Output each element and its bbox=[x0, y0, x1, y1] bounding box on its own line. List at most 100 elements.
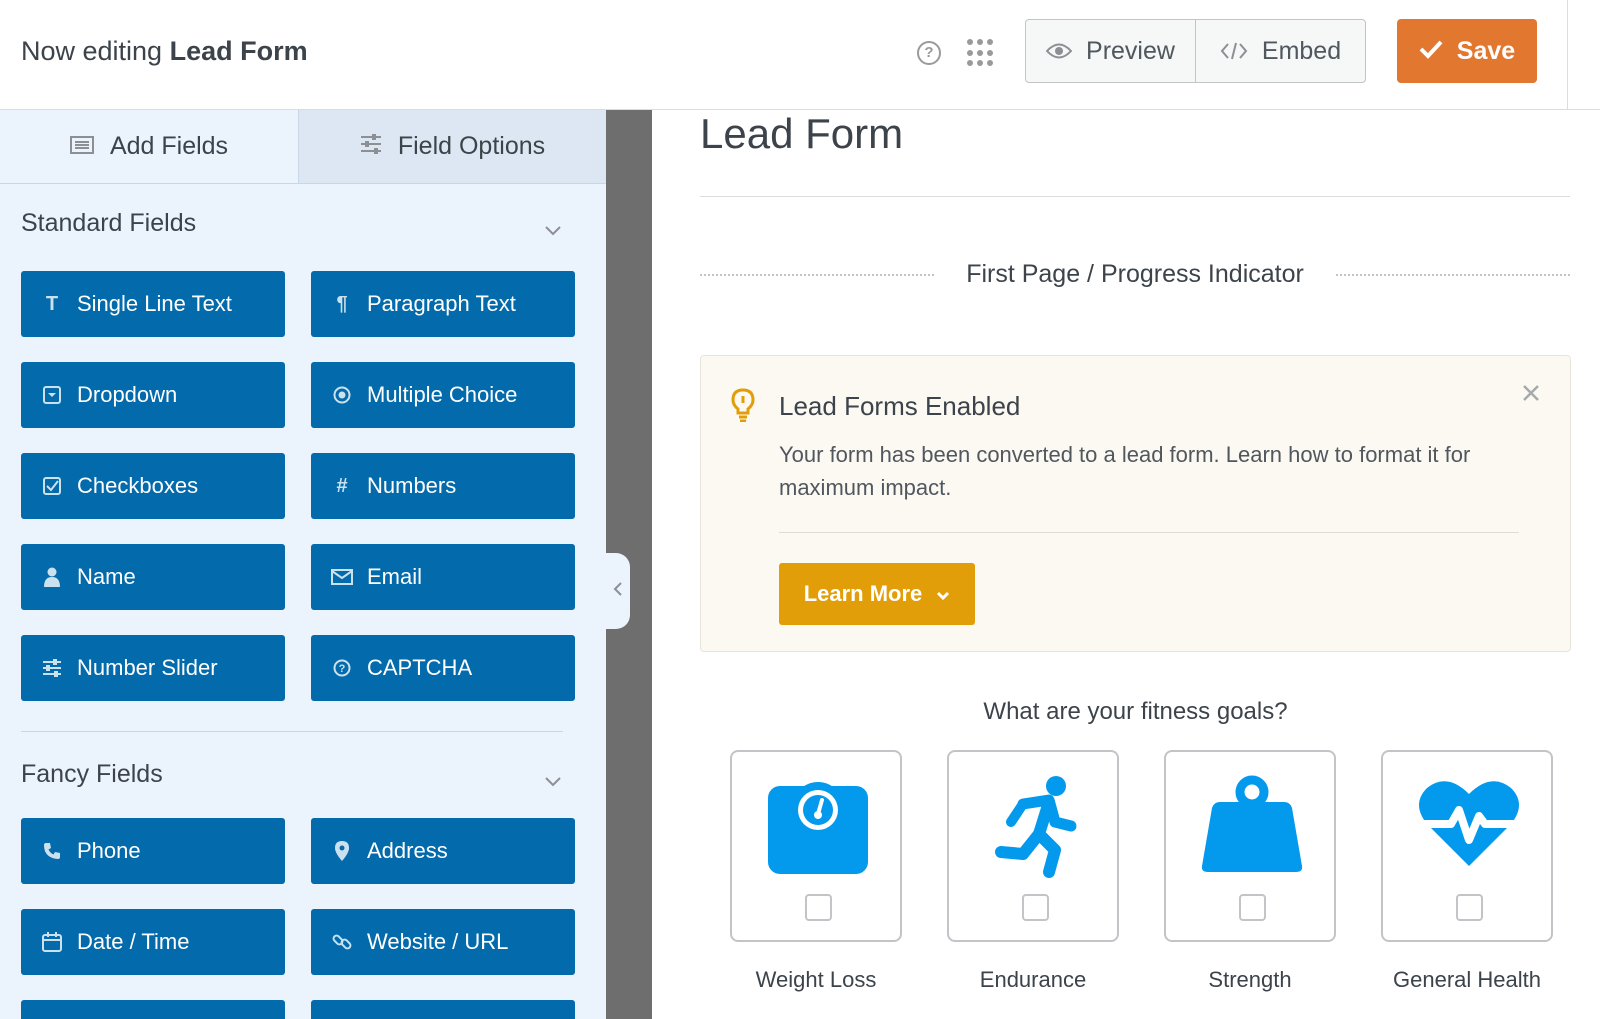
section-divider bbox=[21, 731, 563, 732]
form-name: Lead Form bbox=[169, 36, 308, 66]
field-captcha[interactable]: ? CAPTCHA bbox=[311, 635, 575, 701]
choice-general-health[interactable]: General Health bbox=[1381, 750, 1553, 993]
notice-title: Lead Forms Enabled bbox=[779, 391, 1021, 421]
field-name[interactable]: Name bbox=[21, 544, 285, 610]
preview-embed-group: Preview Embed bbox=[1025, 19, 1366, 83]
field-dropdown[interactable]: Dropdown bbox=[21, 362, 285, 428]
field-label: Paragraph Text bbox=[367, 291, 516, 316]
choices-list: Weight Loss Endurance Strength General H… bbox=[730, 750, 1553, 993]
fancy-fields-header[interactable]: Fancy Fields bbox=[0, 744, 606, 804]
chevron-down-icon[interactable] bbox=[544, 766, 562, 795]
field-label: Number Slider bbox=[77, 655, 218, 680]
list-icon bbox=[69, 132, 94, 161]
choice-strength[interactable]: Strength bbox=[1164, 750, 1336, 993]
tab-field-options[interactable]: Field Options bbox=[298, 110, 606, 183]
radio-icon bbox=[331, 384, 353, 406]
field-address[interactable]: Address bbox=[311, 818, 575, 884]
close-icon[interactable] bbox=[1522, 384, 1540, 407]
field-label: Address bbox=[367, 838, 448, 863]
fancy-fields-grid: Phone Address Date / Time Website / URL bbox=[0, 818, 606, 1019]
learn-more-button[interactable]: Learn More bbox=[779, 563, 975, 625]
choice-checkbox[interactable] bbox=[1239, 894, 1266, 921]
standard-fields-header[interactable]: Standard Fields bbox=[0, 193, 606, 253]
code-icon bbox=[1220, 41, 1248, 61]
scale-icon bbox=[768, 782, 868, 874]
tab-label: Add Fields bbox=[109, 132, 229, 160]
link-icon bbox=[331, 931, 353, 953]
field-label: Checkboxes bbox=[77, 473, 199, 498]
form-title: Lead Form bbox=[700, 110, 904, 157]
page-break-label: First Page / Progress Indicator bbox=[966, 260, 1304, 288]
apps-grid-icon[interactable] bbox=[967, 39, 995, 67]
chevron-down-icon[interactable] bbox=[544, 215, 562, 244]
save-button[interactable]: Save bbox=[1397, 19, 1537, 83]
collapse-sidebar-button[interactable] bbox=[606, 553, 630, 629]
choice-checkbox[interactable] bbox=[1022, 894, 1049, 921]
embed-button[interactable]: Embed bbox=[1195, 20, 1365, 82]
running-icon bbox=[995, 776, 1077, 878]
svg-text:?: ? bbox=[339, 663, 346, 675]
field-single-line-text[interactable]: T Single Line Text bbox=[21, 271, 285, 337]
field-partial[interactable] bbox=[311, 1000, 575, 1019]
question-label: What are your fitness goals? bbox=[983, 698, 1288, 725]
field-phone[interactable]: Phone bbox=[21, 818, 285, 884]
choice-label: Endurance bbox=[979, 967, 1087, 992]
tab-label: Field Options bbox=[397, 132, 546, 160]
page-break-indicator[interactable]: First Page / Progress Indicator bbox=[700, 260, 1571, 289]
choice-label: Weight Loss bbox=[755, 967, 877, 992]
field-number-slider[interactable]: Number Slider bbox=[21, 635, 285, 701]
sliders-icon bbox=[41, 657, 63, 679]
preview-button[interactable]: Preview bbox=[1026, 20, 1195, 82]
field-numbers[interactable]: # Numbers bbox=[311, 453, 575, 519]
field-label: Date / Time bbox=[77, 929, 190, 954]
dropdown-icon bbox=[41, 384, 63, 406]
choice-weight-loss[interactable]: Weight Loss bbox=[730, 750, 902, 993]
learn-more-label: Learn More bbox=[803, 581, 923, 606]
hash-icon: # bbox=[336, 474, 348, 497]
title-prefix: Now editing bbox=[21, 36, 163, 66]
lead-forms-notice: Lead Forms Enabled Your form has been co… bbox=[700, 355, 1571, 652]
field-label: Email bbox=[367, 564, 423, 589]
form-preview: Lead Form First Page / Progress Indicato… bbox=[652, 110, 1600, 1019]
lightbulb-icon bbox=[731, 388, 755, 427]
notice-divider bbox=[779, 532, 1519, 533]
field-label: Name bbox=[77, 564, 136, 589]
paragraph-icon: ¶ bbox=[336, 292, 348, 315]
help-icon[interactable]: ? bbox=[917, 41, 941, 65]
field-label: Single Line Text bbox=[77, 291, 232, 316]
field-label: Numbers bbox=[367, 473, 457, 498]
field-website-url[interactable]: Website / URL bbox=[311, 909, 575, 975]
envelope-icon bbox=[331, 566, 353, 588]
chevron-left-icon bbox=[613, 581, 623, 602]
field-checkboxes[interactable]: Checkboxes bbox=[21, 453, 285, 519]
field-date-time[interactable]: Date / Time bbox=[21, 909, 285, 975]
question-circle-icon: ? bbox=[331, 657, 353, 679]
map-pin-icon bbox=[331, 840, 353, 862]
dotted-line bbox=[1335, 273, 1571, 276]
title-divider bbox=[700, 196, 1570, 197]
notice-text: Your form has been converted to a lead f… bbox=[779, 442, 1471, 500]
choice-card[interactable] bbox=[1164, 750, 1336, 942]
field-paragraph-text[interactable]: ¶ Paragraph Text bbox=[311, 271, 575, 337]
check-icon bbox=[1419, 37, 1443, 66]
fields-sidebar: Add Fields Field Options Standard Fields… bbox=[0, 110, 606, 1019]
field-email[interactable]: Email bbox=[311, 544, 575, 610]
chevron-down-icon bbox=[936, 581, 950, 607]
field-partial[interactable] bbox=[21, 1000, 285, 1019]
choice-checkbox[interactable] bbox=[805, 894, 832, 921]
field-label: Dropdown bbox=[77, 382, 178, 407]
field-label: Phone bbox=[77, 838, 141, 863]
text-icon: T bbox=[45, 292, 59, 315]
field-multiple-choice[interactable]: Multiple Choice bbox=[311, 362, 575, 428]
choice-label: Strength bbox=[1208, 967, 1292, 992]
choice-card[interactable] bbox=[730, 750, 902, 942]
save-label: Save bbox=[1456, 36, 1516, 65]
choice-card[interactable] bbox=[1381, 750, 1553, 942]
choice-endurance[interactable]: Endurance bbox=[947, 750, 1119, 993]
choice-checkbox[interactable] bbox=[1456, 894, 1483, 921]
section-title: Standard Fields bbox=[21, 208, 197, 237]
field-label: CAPTCHA bbox=[367, 655, 473, 680]
choice-card[interactable] bbox=[947, 750, 1119, 942]
tab-add-fields[interactable]: Add Fields bbox=[0, 110, 298, 183]
eye-icon bbox=[1046, 42, 1073, 60]
